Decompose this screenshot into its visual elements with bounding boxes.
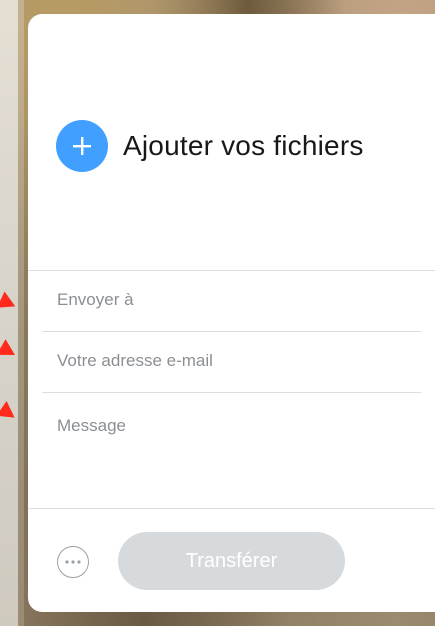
sender-email-input[interactable] [57,351,407,371]
screen: Ajouter vos fichiers Transférer [0,0,435,626]
message-input[interactable] [57,416,407,496]
more-options-button[interactable] [57,546,89,578]
add-files-label: Ajouter vos fichiers [123,130,364,161]
recipient-email-input[interactable] [57,290,407,310]
message-field-row [42,394,421,508]
add-files-button[interactable]: Ajouter vos fichiers [56,120,364,172]
more-options-icon [65,560,81,564]
transfer-button[interactable]: Transférer [118,532,345,590]
sender-email-field-row [42,332,421,393]
plus-icon[interactable] [56,120,108,172]
divider [28,508,435,509]
transfer-panel: Ajouter vos fichiers Transférer [28,14,435,612]
recipient-field-row [42,271,421,332]
